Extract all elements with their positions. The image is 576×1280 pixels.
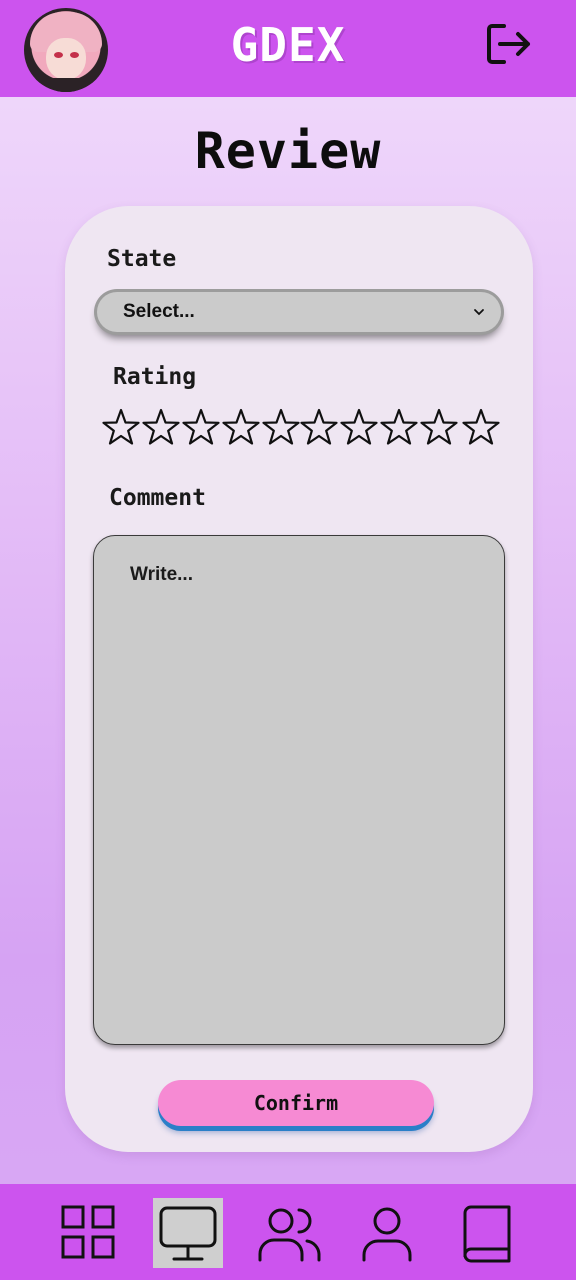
rating-star-1[interactable] [102, 408, 140, 448]
state-label: State [107, 246, 177, 272]
page-title: Review [194, 122, 382, 180]
nav-monitor[interactable] [153, 1198, 223, 1268]
nav-profile[interactable] [352, 1198, 422, 1268]
state-select-value: Select... [123, 301, 195, 322]
user-icon [362, 1207, 412, 1262]
rating-star-9[interactable] [420, 408, 458, 448]
grid-icon [61, 1205, 115, 1259]
book-icon [463, 1205, 511, 1263]
rating-star-2[interactable] [142, 408, 180, 448]
logout-icon [487, 24, 530, 64]
rating-star-10[interactable] [462, 408, 500, 448]
bottom-nav [0, 1184, 576, 1280]
nav-grid[interactable] [54, 1198, 124, 1268]
users-icon [258, 1208, 321, 1262]
chevron-down-icon [474, 309, 484, 316]
rating-star-3[interactable] [182, 408, 220, 448]
comment-placeholder: Write... [130, 564, 193, 585]
rating-label: Rating [113, 364, 197, 390]
rating-star-6[interactable] [300, 408, 338, 448]
comment-label: Comment [109, 485, 206, 511]
confirm-button[interactable]: Confirm [158, 1080, 434, 1126]
nav-users[interactable] [252, 1198, 322, 1268]
comment-textarea[interactable]: Write... [93, 535, 505, 1045]
rating-star-5[interactable] [262, 408, 300, 448]
app-header: GDEX [0, 0, 576, 97]
rating-stars [102, 408, 504, 452]
rating-star-4[interactable] [222, 408, 260, 448]
state-select[interactable]: Select... [97, 292, 501, 332]
logout-button[interactable] [484, 20, 532, 68]
monitor-icon [159, 1206, 217, 1261]
rating-star-7[interactable] [340, 408, 378, 448]
nav-book[interactable] [452, 1198, 522, 1268]
rating-star-8[interactable] [380, 408, 418, 448]
